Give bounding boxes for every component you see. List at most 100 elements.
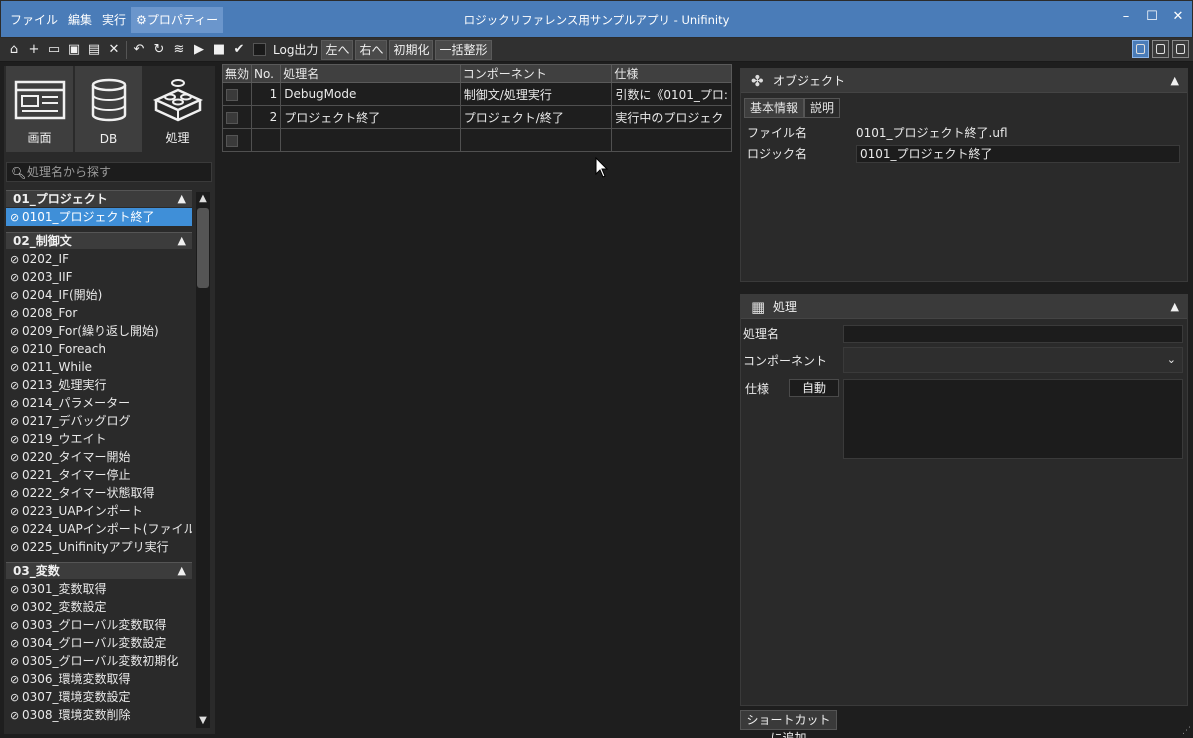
component-select[interactable]: ⌄: [843, 347, 1183, 373]
list-item[interactable]: ⊘ 0220_タイマー開始: [6, 448, 192, 466]
list-item[interactable]: ⊘ 0204_IF(開始): [6, 286, 192, 304]
collapse-icon[interactable]: ▲: [1171, 69, 1179, 93]
row-name[interactable]: DebugMode: [280, 82, 461, 106]
tab-basic-info[interactable]: 基本情報: [744, 98, 805, 118]
list-item[interactable]: ⊘ 0101_プロジェクト終了: [6, 208, 192, 226]
category-process[interactable]: 処理: [144, 66, 211, 152]
add-shortcut-button[interactable]: ショートカットに追加: [740, 710, 837, 738]
undo-icon[interactable]: ↶: [129, 40, 149, 60]
group-header[interactable]: 03_変数 ▲: [6, 562, 192, 579]
list-item[interactable]: ⊘ 0222_タイマー状態取得: [6, 484, 192, 502]
move-left-button[interactable]: 左へ: [321, 39, 354, 60]
process-list-scrollbar[interactable]: ▲ ▼: [196, 192, 210, 728]
row-spec[interactable]: [611, 128, 732, 152]
wifi-icon[interactable]: ≋: [169, 40, 189, 60]
object-panel-header[interactable]: ✤ オブジェクト ▲: [741, 69, 1187, 93]
spec-textarea[interactable]: [843, 379, 1183, 459]
list-item[interactable]: ⊘ 0305_グローバル変数初期化: [6, 652, 192, 670]
layout-right-icon[interactable]: [1172, 40, 1189, 58]
check-icon[interactable]: ✔: [229, 40, 249, 60]
col-no[interactable]: No.: [251, 64, 282, 83]
resize-grip-icon[interactable]: ⋰: [1182, 726, 1191, 736]
list-item[interactable]: ⊘ 0208_For: [6, 304, 192, 322]
layout-center-icon[interactable]: [1152, 40, 1169, 58]
row-spec[interactable]: 引数に《0101_プロ:: [611, 82, 732, 106]
close-icon[interactable]: ✕: [1170, 9, 1186, 24]
table-row[interactable]: 1 DebugMode 制御文/処理実行 引数に《0101_プロ:: [221, 82, 732, 106]
format-all-button[interactable]: 一括整形: [435, 39, 492, 60]
delete-icon[interactable]: ✕: [104, 40, 124, 60]
collapse-icon[interactable]: ▲: [178, 191, 186, 207]
log-output-checkbox[interactable]: [253, 43, 266, 56]
category-db[interactable]: DB: [75, 66, 142, 152]
refresh-icon[interactable]: ↻: [149, 40, 169, 60]
list-item[interactable]: ⊘ 0203_IIF: [6, 268, 192, 286]
category-screen[interactable]: 画面: [6, 66, 73, 152]
logic-icon: ⊘: [10, 433, 20, 446]
row-spec[interactable]: 実行中のプロジェク: [611, 105, 732, 129]
list-item[interactable]: ⊘ 0214_パラメーター: [6, 394, 192, 412]
scroll-thumb[interactable]: [197, 208, 209, 288]
add-icon[interactable]: +: [24, 40, 44, 60]
scroll-up-icon[interactable]: ▲: [196, 192, 210, 206]
collapse-icon[interactable]: ▲: [178, 563, 186, 579]
list-item[interactable]: ⊘ 0213_処理実行: [6, 376, 192, 394]
list-item[interactable]: ⊘ 0210_Foreach: [6, 340, 192, 358]
disabled-checkbox[interactable]: [226, 111, 238, 124]
collapse-icon[interactable]: ▲: [178, 233, 186, 249]
stop-icon[interactable]: ■: [209, 40, 229, 60]
list-item-label: 0202_IF: [22, 252, 69, 266]
list-item[interactable]: ⊘ 0217_デバッグログ: [6, 412, 192, 430]
list-item[interactable]: ⊘ 0307_環境変数設定: [6, 688, 192, 706]
save-icon[interactable]: ▣: [64, 40, 84, 60]
save-all-icon[interactable]: ▤: [84, 40, 104, 60]
minimize-icon[interactable]: –: [1118, 9, 1134, 24]
scroll-down-icon[interactable]: ▼: [196, 714, 210, 728]
list-item[interactable]: ⊘0224_UAPインポート(ファイルパス): [6, 520, 192, 538]
collapse-icon[interactable]: ▲: [1171, 295, 1179, 319]
group-header[interactable]: 01_プロジェクト ▲: [6, 190, 192, 207]
row-component[interactable]: [459, 128, 613, 152]
maximize-icon[interactable]: ☐: [1144, 9, 1160, 24]
group-header[interactable]: 02_制御文 ▲: [6, 232, 192, 249]
list-item[interactable]: ⊘ 0223_UAPインポート: [6, 502, 192, 520]
list-item[interactable]: ⊘ 0219_ウエイト: [6, 430, 192, 448]
list-item[interactable]: ⊘ 0308_環境変数削除: [6, 706, 192, 724]
list-item[interactable]: ⊘ 0306_環境変数取得: [6, 670, 192, 688]
layout-left-icon[interactable]: [1132, 40, 1149, 58]
list-item[interactable]: ⊘ 0221_タイマー停止: [6, 466, 192, 484]
col-disabled[interactable]: 無効: [221, 64, 253, 83]
move-right-button[interactable]: 右へ: [355, 39, 388, 60]
initialize-button[interactable]: 初期化: [389, 39, 434, 60]
list-item-label: 0220_タイマー開始: [22, 450, 131, 464]
disabled-checkbox[interactable]: [226, 88, 238, 101]
list-item[interactable]: ⊘ 0303_グローバル変数取得: [6, 616, 192, 634]
play-icon[interactable]: ▶: [189, 40, 209, 60]
tab-description[interactable]: 説明: [804, 98, 841, 118]
auto-button[interactable]: 自動: [789, 379, 839, 397]
row-component[interactable]: 制御文/処理実行: [459, 82, 613, 106]
col-spec[interactable]: 仕様: [611, 64, 732, 83]
list-item[interactable]: ⊘ 0225_Unifinityアプリ実行: [6, 538, 192, 556]
process-name-input[interactable]: [843, 325, 1183, 343]
list-item[interactable]: ⊘ 0301_変数取得: [6, 580, 192, 598]
home-icon[interactable]: ⌂: [4, 40, 24, 60]
list-item[interactable]: ⊘ 0202_IF: [6, 250, 192, 268]
disabled-checkbox[interactable]: [226, 134, 238, 147]
logic-icon: ⊘: [10, 211, 20, 224]
list-item[interactable]: ⊘ 0304_グローバル変数設定: [6, 634, 192, 652]
row-component[interactable]: プロジェクト/終了: [459, 105, 613, 129]
list-item[interactable]: ⊘ 0211_While: [6, 358, 192, 376]
row-name[interactable]: [280, 128, 461, 152]
process-panel-header[interactable]: ▦ 処理 ▲: [741, 295, 1187, 319]
list-item[interactable]: ⊘ 0209_For(繰り返し開始): [6, 322, 192, 340]
folder-icon[interactable]: ▭: [44, 40, 64, 60]
list-item[interactable]: ⊘ 0302_変数設定: [6, 598, 192, 616]
table-row-new[interactable]: [221, 128, 732, 152]
logic-name-input[interactable]: 0101_プロジェクト終了: [856, 145, 1180, 163]
search-input[interactable]: 🔍︎ 処理名から探す: [6, 162, 212, 182]
col-name[interactable]: 処理名: [280, 64, 461, 83]
col-component[interactable]: コンポーネント: [459, 64, 613, 83]
row-name[interactable]: プロジェクト終了: [280, 105, 461, 129]
table-row[interactable]: 2 プロジェクト終了 プロジェクト/終了 実行中のプロジェク: [221, 105, 732, 129]
